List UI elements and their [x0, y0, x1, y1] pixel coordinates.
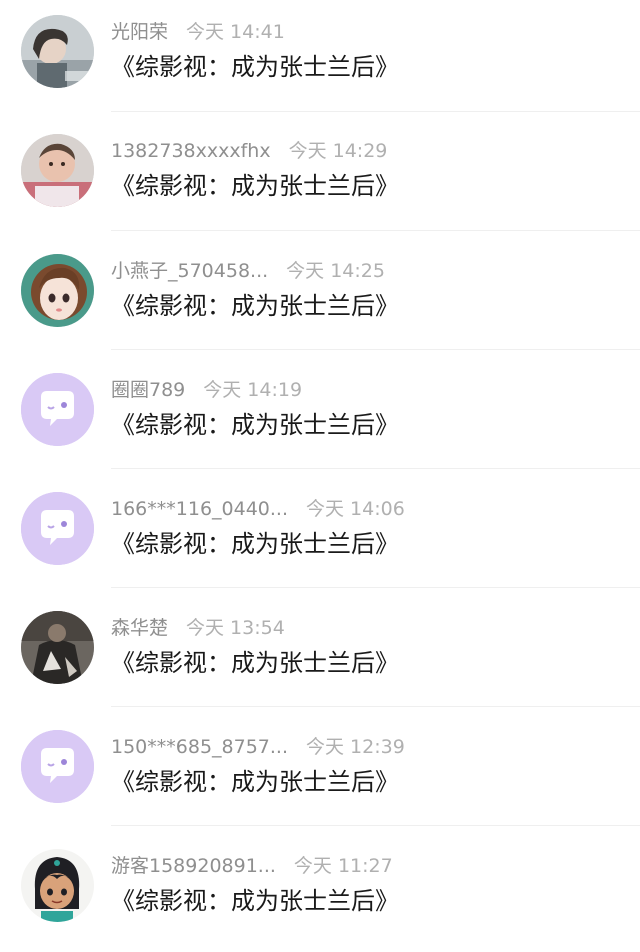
avatar[interactable] — [21, 254, 94, 327]
timestamp: 今天 14:41 — [186, 21, 285, 43]
default-chat-avatar — [21, 730, 94, 803]
comment-text: 《综影视：成为张士兰后》 — [111, 53, 399, 81]
comment-item[interactable]: 150***685_8757... 今天 12:39 《综影视：成为张士兰后》 — [0, 714, 640, 833]
comment-item[interactable]: 小燕子_570458... 今天 14:25 《综影视：成为张士兰后》 — [0, 238, 640, 357]
comment-item[interactable]: 游客158920891... 今天 11:27 《综影视：成为张士兰后》 — [0, 833, 640, 952]
comment-text: 《综影视：成为张士兰后》 — [111, 768, 399, 796]
default-chat-avatar — [21, 373, 94, 446]
username[interactable]: 森华楚 — [111, 617, 168, 639]
avatar[interactable] — [21, 730, 94, 803]
avatar[interactable] — [21, 611, 94, 684]
username[interactable]: 圈圈789 — [111, 379, 185, 401]
comment-item[interactable]: 森华楚 今天 13:54 《综影视：成为张士兰后》 — [0, 595, 640, 714]
comment-meta: 1382738xxxxfhx 今天 14:29 — [111, 138, 387, 164]
comment-item[interactable]: 1382738xxxxfhx 今天 14:29 《综影视：成为张士兰后》 — [0, 119, 640, 238]
comment-meta: 游客158920891... 今天 11:27 — [111, 853, 393, 879]
timestamp: 今天 14:19 — [203, 379, 303, 401]
divider — [111, 468, 640, 469]
comment-item[interactable]: 166***116_0440... 今天 14:06 《综影视：成为张士兰后》 — [0, 476, 640, 595]
comment-text: 《综影视：成为张士兰后》 — [111, 292, 399, 320]
username[interactable]: 166***116_0440... — [111, 498, 288, 520]
comment-item[interactable]: 圈圈789 今天 14:19 《综影视：成为张士兰后》 — [0, 357, 640, 476]
avatar[interactable] — [21, 15, 94, 88]
divider — [111, 230, 640, 231]
photo-woman-avatar — [21, 15, 94, 88]
divider — [111, 587, 640, 588]
avatar[interactable] — [21, 373, 94, 446]
comment-meta: 森华楚 今天 13:54 — [111, 615, 285, 641]
photo-dark-avatar — [21, 611, 94, 684]
avatar[interactable] — [21, 849, 94, 922]
comment-meta: 150***685_8757... 今天 12:39 — [111, 734, 405, 760]
comment-item[interactable]: 光阳荣 今天 14:41 《综影视：成为张士兰后》 — [0, 0, 640, 119]
timestamp: 今天 14:29 — [288, 140, 388, 162]
comment-list: 光阳荣 今天 14:41 《综影视：成为张士兰后》 1382738xxxxfhx 今… — [0, 0, 640, 935]
comment-meta: 166***116_0440... 今天 14:06 — [111, 496, 405, 522]
timestamp: 今天 13:54 — [186, 617, 285, 639]
comment-text: 《综影视：成为张士兰后》 — [111, 887, 399, 915]
timestamp: 今天 14:25 — [286, 260, 385, 282]
comment-text: 《综影视：成为张士兰后》 — [111, 411, 399, 439]
timestamp: 今天 14:06 — [306, 498, 405, 520]
comment-meta: 小燕子_570458... 今天 14:25 — [111, 258, 385, 284]
timestamp: 今天 12:39 — [306, 736, 405, 758]
username[interactable]: 1382738xxxxfhx — [111, 140, 271, 162]
photo-baby-avatar — [21, 134, 94, 207]
divider — [111, 349, 640, 350]
avatar[interactable] — [21, 492, 94, 565]
divider — [111, 111, 640, 112]
comment-text: 《综影视：成为张士兰后》 — [111, 530, 399, 558]
username[interactable]: 小燕子_570458... — [111, 260, 268, 282]
timestamp: 今天 11:27 — [293, 855, 393, 877]
comment-meta: 圈圈789 今天 14:19 — [111, 377, 302, 403]
comment-text: 《综影视：成为张士兰后》 — [111, 649, 399, 677]
avatar[interactable] — [21, 134, 94, 207]
divider — [111, 825, 640, 826]
comment-text: 《综影视：成为张士兰后》 — [111, 172, 399, 200]
username[interactable]: 光阳荣 — [111, 21, 168, 43]
username[interactable]: 150***685_8757... — [111, 736, 288, 758]
cartoon-princess-avatar — [21, 849, 94, 922]
divider — [111, 706, 640, 707]
username[interactable]: 游客158920891... — [111, 855, 276, 877]
default-chat-avatar — [21, 492, 94, 565]
comment-meta: 光阳荣 今天 14:41 — [111, 19, 285, 45]
cartoon-girl-avatar — [21, 254, 94, 327]
